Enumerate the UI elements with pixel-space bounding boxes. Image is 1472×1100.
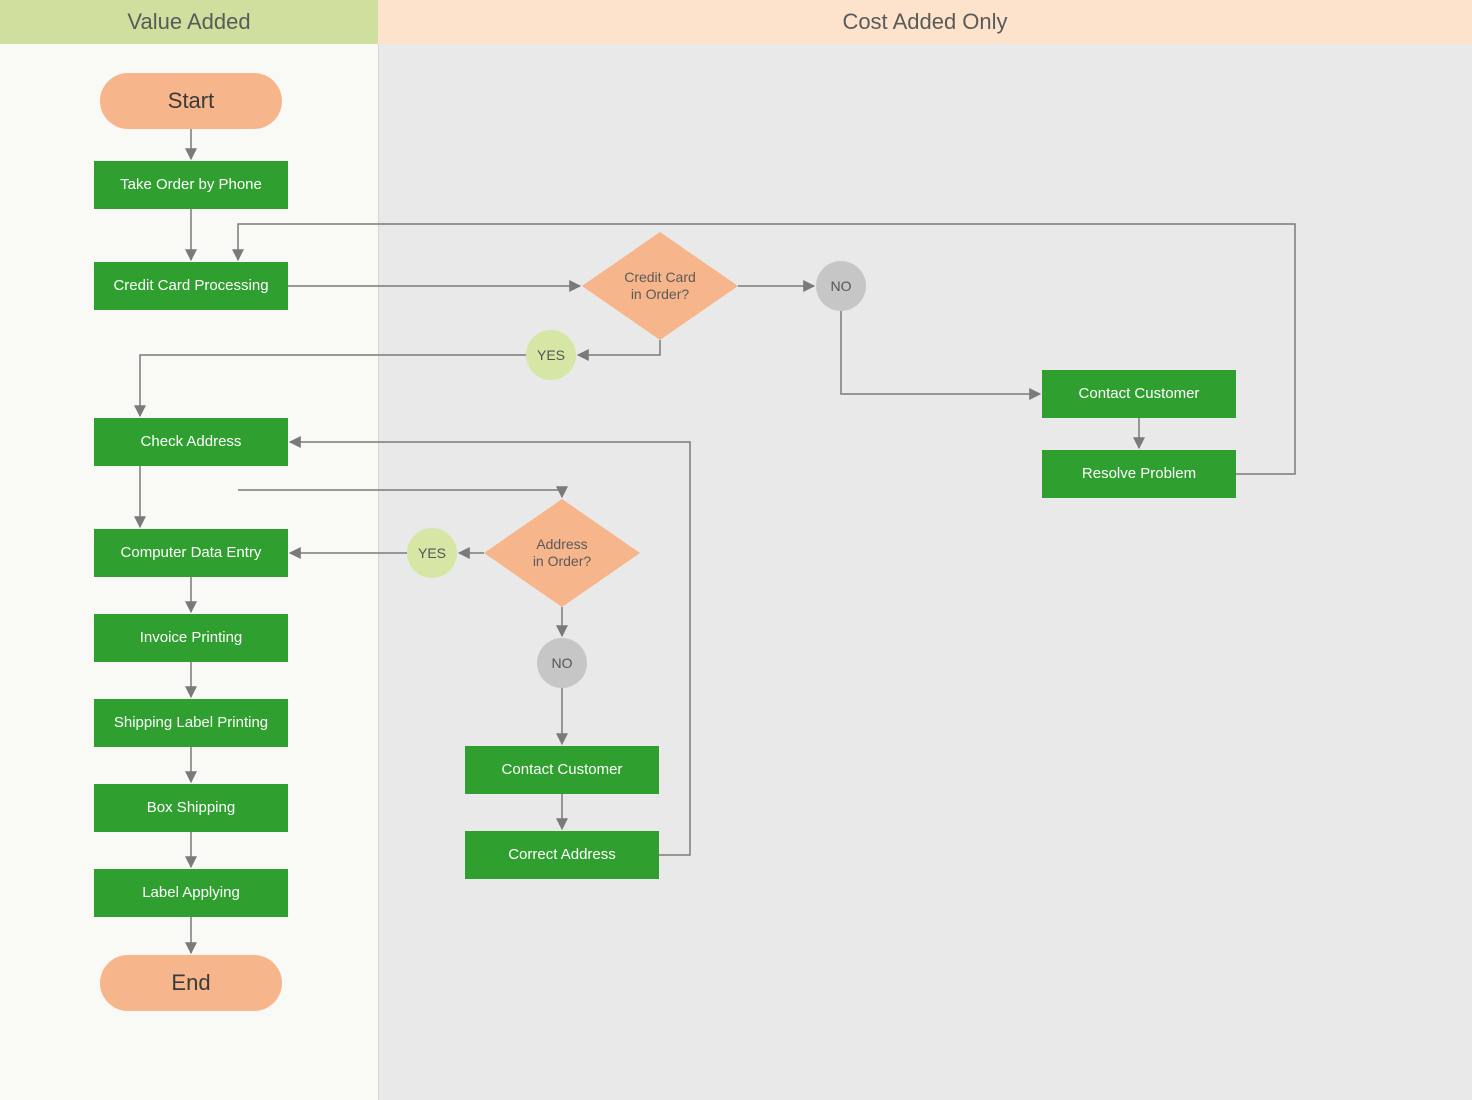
process-cc-processing: Credit Card Processing: [94, 262, 288, 310]
flowchart-canvas: Value Added Cost Added Only Start Take O…: [0, 0, 1472, 1100]
lane-header-value-added: Value Added: [0, 0, 378, 44]
process-computer-data-entry: Computer Data Entry: [94, 529, 288, 577]
lane-header-cost-added: Cost Added Only: [378, 0, 1472, 44]
decision-credit-card: Credit Cardin Order?: [582, 232, 738, 340]
process-invoice-printing: Invoice Printing: [94, 614, 288, 662]
process-take-order: Take Order by Phone: [94, 161, 288, 209]
end-terminator: End: [100, 955, 282, 1011]
process-resolve-problem: Resolve Problem: [1042, 450, 1236, 498]
yes-circle-cc: YES: [526, 330, 576, 380]
decision-credit-card-label: Credit Cardin Order?: [582, 232, 738, 340]
process-label-applying: Label Applying: [94, 869, 288, 917]
start-terminator: Start: [100, 73, 282, 129]
process-contact-customer-right: Contact Customer: [1042, 370, 1236, 418]
no-circle-addr: NO: [537, 638, 587, 688]
decision-address-label: Addressin Order?: [484, 499, 640, 607]
decision-address: Addressin Order?: [484, 499, 640, 607]
yes-circle-addr: YES: [407, 528, 457, 578]
process-check-address: Check Address: [94, 418, 288, 466]
process-correct-address: Correct Address: [465, 831, 659, 879]
no-circle-cc: NO: [816, 261, 866, 311]
process-box-shipping: Box Shipping: [94, 784, 288, 832]
process-shipping-label-printing: Shipping Label Printing: [94, 699, 288, 747]
process-contact-customer-mid: Contact Customer: [465, 746, 659, 794]
